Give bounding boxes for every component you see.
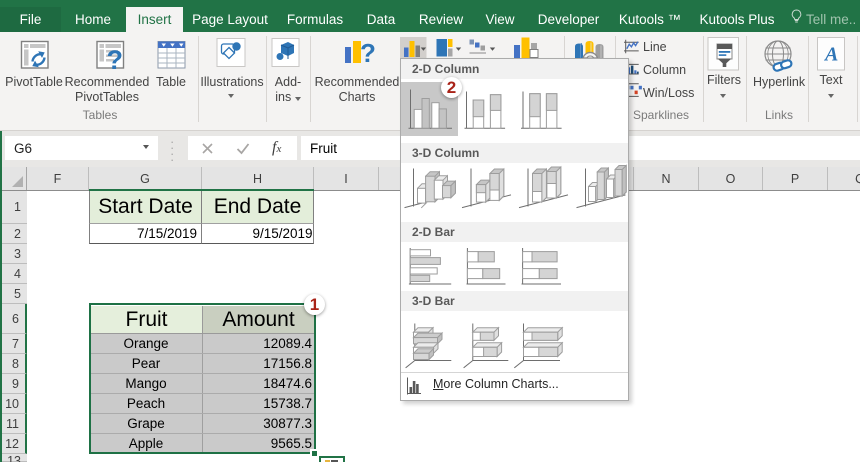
- svg-text:A: A: [823, 44, 838, 66]
- svg-text:?: ?: [360, 38, 376, 68]
- svg-text:?: ?: [107, 45, 124, 75]
